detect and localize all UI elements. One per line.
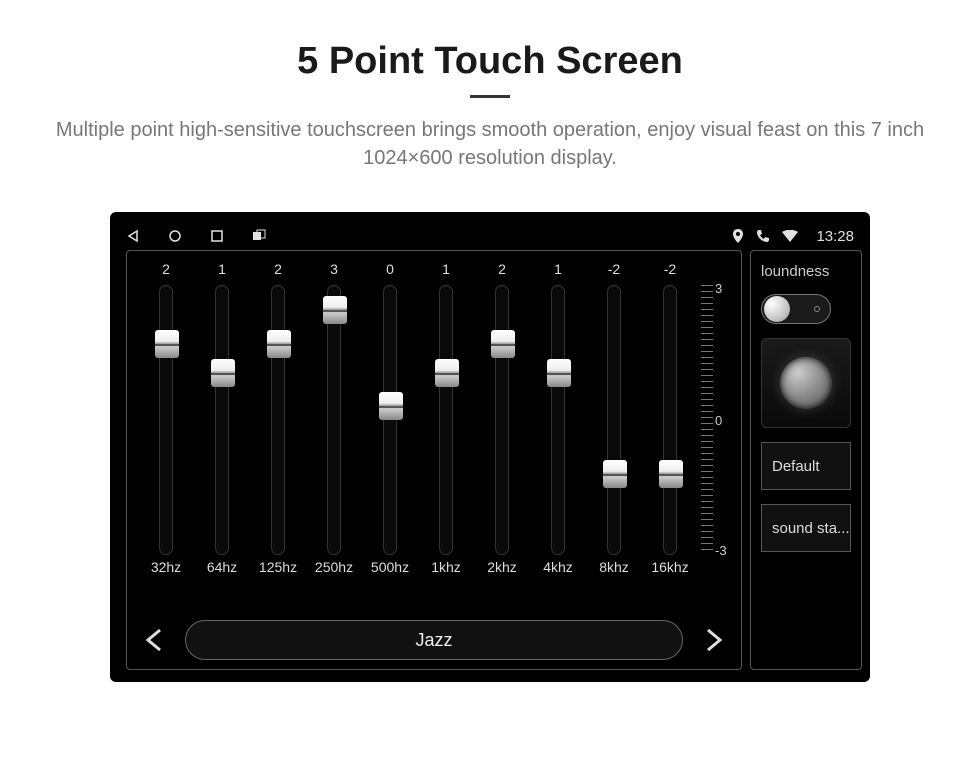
eq-slider[interactable] xyxy=(607,285,621,555)
slider-thumb[interactable] xyxy=(211,359,235,387)
eq-slider[interactable] xyxy=(271,285,285,555)
wifi-icon xyxy=(782,230,798,242)
eq-slider[interactable] xyxy=(663,285,677,555)
slider-thumb[interactable] xyxy=(323,296,347,324)
eq-scale: 3 0 -3 xyxy=(701,261,727,609)
eq-band-125hz: 2 125hz xyxy=(253,261,303,609)
home-icon[interactable] xyxy=(168,229,182,243)
eq-value: 1 xyxy=(442,261,450,281)
location-icon xyxy=(732,229,744,243)
eq-freq-label: 250hz xyxy=(315,559,353,579)
equalizer-panel: 2 32hz 1 64hz 2 125hz 3 250hz 0 500hz 1 1khz 2 2khz 1 4… xyxy=(126,250,742,670)
default-button[interactable]: Default xyxy=(761,442,851,490)
eq-slider[interactable] xyxy=(215,285,229,555)
eq-slider[interactable] xyxy=(551,285,565,555)
slider-thumb[interactable] xyxy=(267,330,291,358)
eq-slider[interactable] xyxy=(439,285,453,555)
device-screen: 13:28 232hz164hz2125hz3250hz0500hz11khz2… xyxy=(110,212,870,682)
eq-band-500hz: 0 500hz xyxy=(365,261,415,609)
control-button[interactable] xyxy=(761,338,851,428)
eq-freq-label: 125hz xyxy=(259,559,297,579)
eq-slider[interactable] xyxy=(383,285,397,555)
scale-label: 3 xyxy=(715,281,722,296)
phone-icon xyxy=(756,229,770,243)
back-icon[interactable] xyxy=(126,229,140,243)
eq-value: 2 xyxy=(274,261,282,281)
preset-name[interactable]: Jazz xyxy=(185,620,683,660)
eq-band-16khz: -2 16khz xyxy=(645,261,695,609)
page-subtitle: Multiple point high-sensitive touchscree… xyxy=(30,116,950,172)
eq-freq-label: 16khz xyxy=(651,559,688,579)
eq-band-4khz: 1 4khz xyxy=(533,261,583,609)
eq-band-2khz: 2 2khz xyxy=(477,261,527,609)
slider-thumb[interactable] xyxy=(435,359,459,387)
eq-freq-label: 32hz xyxy=(151,559,181,579)
screenshot-icon[interactable] xyxy=(252,229,266,243)
slider-thumb[interactable] xyxy=(379,392,403,420)
eq-band-8khz: -2 8khz xyxy=(589,261,639,609)
eq-slider[interactable] xyxy=(327,285,341,555)
loudness-toggle[interactable] xyxy=(761,294,831,324)
eq-value: 2 xyxy=(498,261,506,281)
scale-label: 0 xyxy=(715,413,722,428)
sound-stage-button[interactable]: sound sta... xyxy=(761,504,851,552)
eq-value: 1 xyxy=(554,261,562,281)
recent-icon[interactable] xyxy=(210,229,224,243)
control-knob-icon xyxy=(780,357,832,409)
eq-freq-label: 64hz xyxy=(207,559,237,579)
preset-next-button[interactable] xyxy=(701,627,727,653)
eq-freq-label: 500hz xyxy=(371,559,409,579)
slider-thumb[interactable] xyxy=(491,330,515,358)
slider-thumb[interactable] xyxy=(603,460,627,488)
eq-value: 0 xyxy=(386,261,394,281)
toggle-knob xyxy=(764,296,790,322)
eq-value: -2 xyxy=(664,261,676,281)
eq-slider[interactable] xyxy=(495,285,509,555)
title-divider xyxy=(470,95,510,98)
clock: 13:28 xyxy=(816,228,854,245)
eq-value: 2 xyxy=(162,261,170,281)
slider-thumb[interactable] xyxy=(659,460,683,488)
slider-thumb[interactable] xyxy=(547,359,571,387)
preset-prev-button[interactable] xyxy=(141,627,167,653)
eq-value: 1 xyxy=(218,261,226,281)
scale-label: -3 xyxy=(715,543,727,558)
eq-freq-label: 8khz xyxy=(599,559,629,579)
eq-freq-label: 2khz xyxy=(487,559,517,579)
eq-freq-label: 4khz xyxy=(543,559,573,579)
eq-band-1khz: 1 1khz xyxy=(421,261,471,609)
toggle-indicator xyxy=(814,306,820,312)
slider-thumb[interactable] xyxy=(155,330,179,358)
loudness-label: loundness xyxy=(761,263,851,280)
eq-band-64hz: 1 64hz xyxy=(197,261,247,609)
eq-band-32hz: 2 32hz xyxy=(141,261,191,609)
eq-value: 3 xyxy=(330,261,338,281)
page-title: 5 Point Touch Screen xyxy=(297,40,683,83)
eq-freq-label: 1khz xyxy=(431,559,461,579)
eq-band-250hz: 3 250hz xyxy=(309,261,359,609)
status-bar: 13:28 xyxy=(126,222,854,250)
eq-value: -2 xyxy=(608,261,620,281)
side-panel: loundness Default sound sta... xyxy=(750,250,862,670)
eq-slider[interactable] xyxy=(159,285,173,555)
